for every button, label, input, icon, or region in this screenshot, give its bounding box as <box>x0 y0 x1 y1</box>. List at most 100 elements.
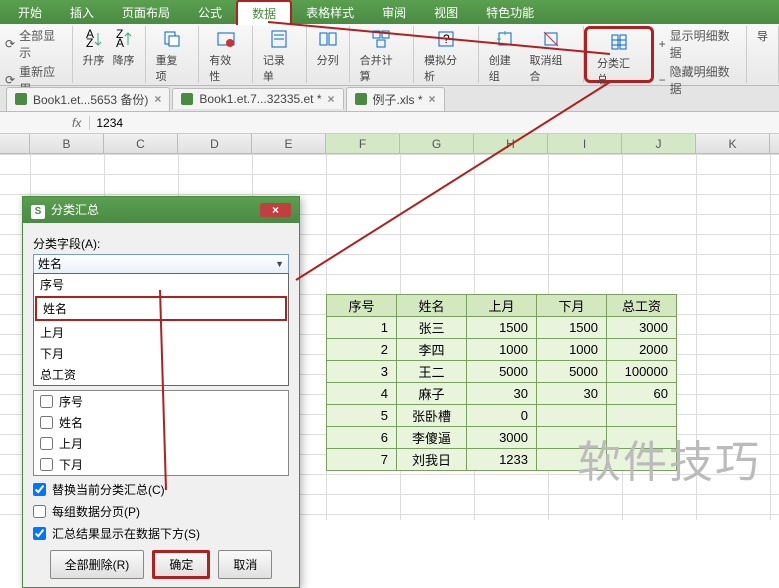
col-header[interactable]: G <box>400 134 474 153</box>
table-header[interactable]: 序号 <box>327 295 397 317</box>
group-button[interactable]: 创建组 <box>485 26 526 86</box>
checkbox[interactable] <box>40 416 53 429</box>
table-row[interactable]: 4麻子303060 <box>327 383 677 405</box>
table-row[interactable]: 5张卧槽0 <box>327 405 677 427</box>
col-header[interactable]: J <box>622 134 696 153</box>
below-checkbox[interactable]: 汇总结果显示在数据下方(S) <box>33 525 289 542</box>
sort-asc-icon: AZ <box>83 28 105 50</box>
formula-bar: fx 1234 <box>0 112 779 134</box>
consolidate-button[interactable]: 合并计算 <box>356 26 408 86</box>
col-header[interactable]: F <box>326 134 400 153</box>
svg-text:A: A <box>116 36 124 49</box>
doc-tab[interactable]: 例子.xls *× <box>346 87 445 111</box>
col-header[interactable]: D <box>178 134 252 153</box>
menu-tab[interactable]: 审阅 <box>368 1 420 24</box>
table-header-row: 序号 姓名 上月 下月 总工资 <box>327 295 677 317</box>
column-headers: B C D E F G H I J K <box>0 134 779 154</box>
fx-icon[interactable]: fx <box>64 116 90 130</box>
close-button[interactable]: × <box>260 203 291 217</box>
menu-tab[interactable]: 视图 <box>420 1 472 24</box>
dropdown-option[interactable]: 下月 <box>34 343 288 364</box>
dropdown-option[interactable]: 总工资 <box>34 364 288 385</box>
menu-tab[interactable]: 页面布局 <box>108 1 184 24</box>
menu-tab-data[interactable]: 数据 <box>236 0 292 25</box>
sort-desc-icon: ZA <box>113 28 135 50</box>
show-all-button[interactable]: ⟳全部显示 <box>3 26 69 62</box>
sort-desc-button[interactable]: ZA降序 <box>109 26 139 70</box>
field-label: 分类字段(A): <box>33 235 289 252</box>
record-button[interactable]: 记录单 <box>259 26 300 86</box>
dialog-title: 分类汇总 <box>51 203 99 217</box>
validate-icon <box>215 28 237 50</box>
list-item[interactable]: 总工资 <box>34 475 288 476</box>
menu-tab[interactable]: 特色功能 <box>472 1 548 24</box>
col-header[interactable]: K <box>696 134 770 153</box>
page-checkbox[interactable]: 每组数据分页(P) <box>33 503 289 520</box>
col-header[interactable]: H <box>474 134 548 153</box>
dropdown-option[interactable]: 序号 <box>34 274 288 295</box>
list-item[interactable]: 姓名 <box>34 412 288 433</box>
col-header[interactable]: I <box>548 134 622 153</box>
show-detail-button[interactable]: +显示明细数据 <box>657 26 743 62</box>
split-icon <box>317 28 339 50</box>
hide-detail-button[interactable]: −隐藏明细数据 <box>657 62 743 98</box>
summary-items-list[interactable]: 序号 姓名 上月 下月 总工资 <box>33 390 289 476</box>
select-all-corner[interactable] <box>0 134 30 153</box>
col-header[interactable]: B <box>30 134 104 153</box>
subtotal-button[interactable]: 分类汇总 <box>593 29 645 89</box>
doc-tab[interactable]: Book1.et...5653 备份)× <box>6 87 170 111</box>
et-icon <box>355 93 367 105</box>
table-header[interactable]: 总工资 <box>607 295 677 317</box>
field-combo[interactable]: 姓名▼ <box>33 254 289 274</box>
menu-tab[interactable]: 公式 <box>184 1 236 24</box>
sort-asc-button[interactable]: AZ升序 <box>79 26 109 70</box>
table-row[interactable]: 7刘我日1233 <box>327 449 677 471</box>
table-row[interactable]: 1张三150015003000 <box>327 317 677 339</box>
replace-checkbox[interactable]: 替换当前分类汇总(C) <box>33 481 289 498</box>
table-header[interactable]: 姓名 <box>397 295 467 317</box>
ribbon: ⟳全部显示 ⟳重新应用 AZ升序 ZA降序 重复项 有效性 记录单 分列 合并计… <box>0 24 779 86</box>
cancel-button[interactable]: 取消 <box>218 550 272 579</box>
formula-input[interactable]: 1234 <box>90 116 129 130</box>
whatif-button[interactable]: ?模拟分析 <box>420 26 472 86</box>
refresh-icon: ⟳ <box>5 73 15 87</box>
col-header[interactable]: E <box>252 134 326 153</box>
menu-tab[interactable]: 插入 <box>56 1 108 24</box>
dialog-titlebar[interactable]: S分类汇总 × <box>23 197 299 223</box>
checkbox[interactable] <box>40 395 53 408</box>
field-dropdown: 序号 姓名 上月 下月 总工资 <box>33 273 289 386</box>
plus-icon: + <box>659 37 666 51</box>
close-icon[interactable]: × <box>154 92 161 106</box>
table-header[interactable]: 下月 <box>537 295 607 317</box>
remove-all-button[interactable]: 全部删除(R) <box>50 550 145 579</box>
menu-tab[interactable]: 开始 <box>4 1 56 24</box>
menu-tab[interactable]: 表格样式 <box>292 1 368 24</box>
subtotal-icon <box>608 31 630 53</box>
group-icon <box>494 28 516 50</box>
dedup-icon <box>161 28 183 50</box>
list-item[interactable]: 序号 <box>34 391 288 412</box>
validate-button[interactable]: 有效性 <box>205 26 246 86</box>
dropdown-option[interactable]: 上月 <box>34 322 288 343</box>
table-row[interactable]: 3王二50005000100000 <box>327 361 677 383</box>
close-icon[interactable]: × <box>429 92 436 106</box>
split-button[interactable]: 分列 <box>313 26 343 70</box>
list-item[interactable]: 上月 <box>34 433 288 454</box>
svg-text:Z: Z <box>86 36 93 49</box>
checkbox[interactable] <box>40 437 53 450</box>
refresh-icon: ⟳ <box>5 37 15 51</box>
ungroup-button[interactable]: 取消组合 <box>525 26 577 86</box>
ok-button[interactable]: 确定 <box>152 550 210 579</box>
doc-tab[interactable]: Book1.et.7...32335.et *× <box>172 88 343 109</box>
table-row[interactable]: 2李四100010002000 <box>327 339 677 361</box>
checkbox[interactable] <box>40 458 53 471</box>
col-header[interactable]: C <box>104 134 178 153</box>
list-item[interactable]: 下月 <box>34 454 288 475</box>
dedup-button[interactable]: 重复项 <box>152 26 193 86</box>
table-header[interactable]: 上月 <box>467 295 537 317</box>
menu-bar: 开始 插入 页面布局 公式 数据 表格样式 审阅 视图 特色功能 <box>0 0 779 24</box>
dropdown-option[interactable]: 姓名 <box>35 296 287 321</box>
export-button[interactable]: 导 <box>753 26 772 46</box>
close-icon[interactable]: × <box>328 92 335 106</box>
table-row[interactable]: 6李傻逼3000 <box>327 427 677 449</box>
